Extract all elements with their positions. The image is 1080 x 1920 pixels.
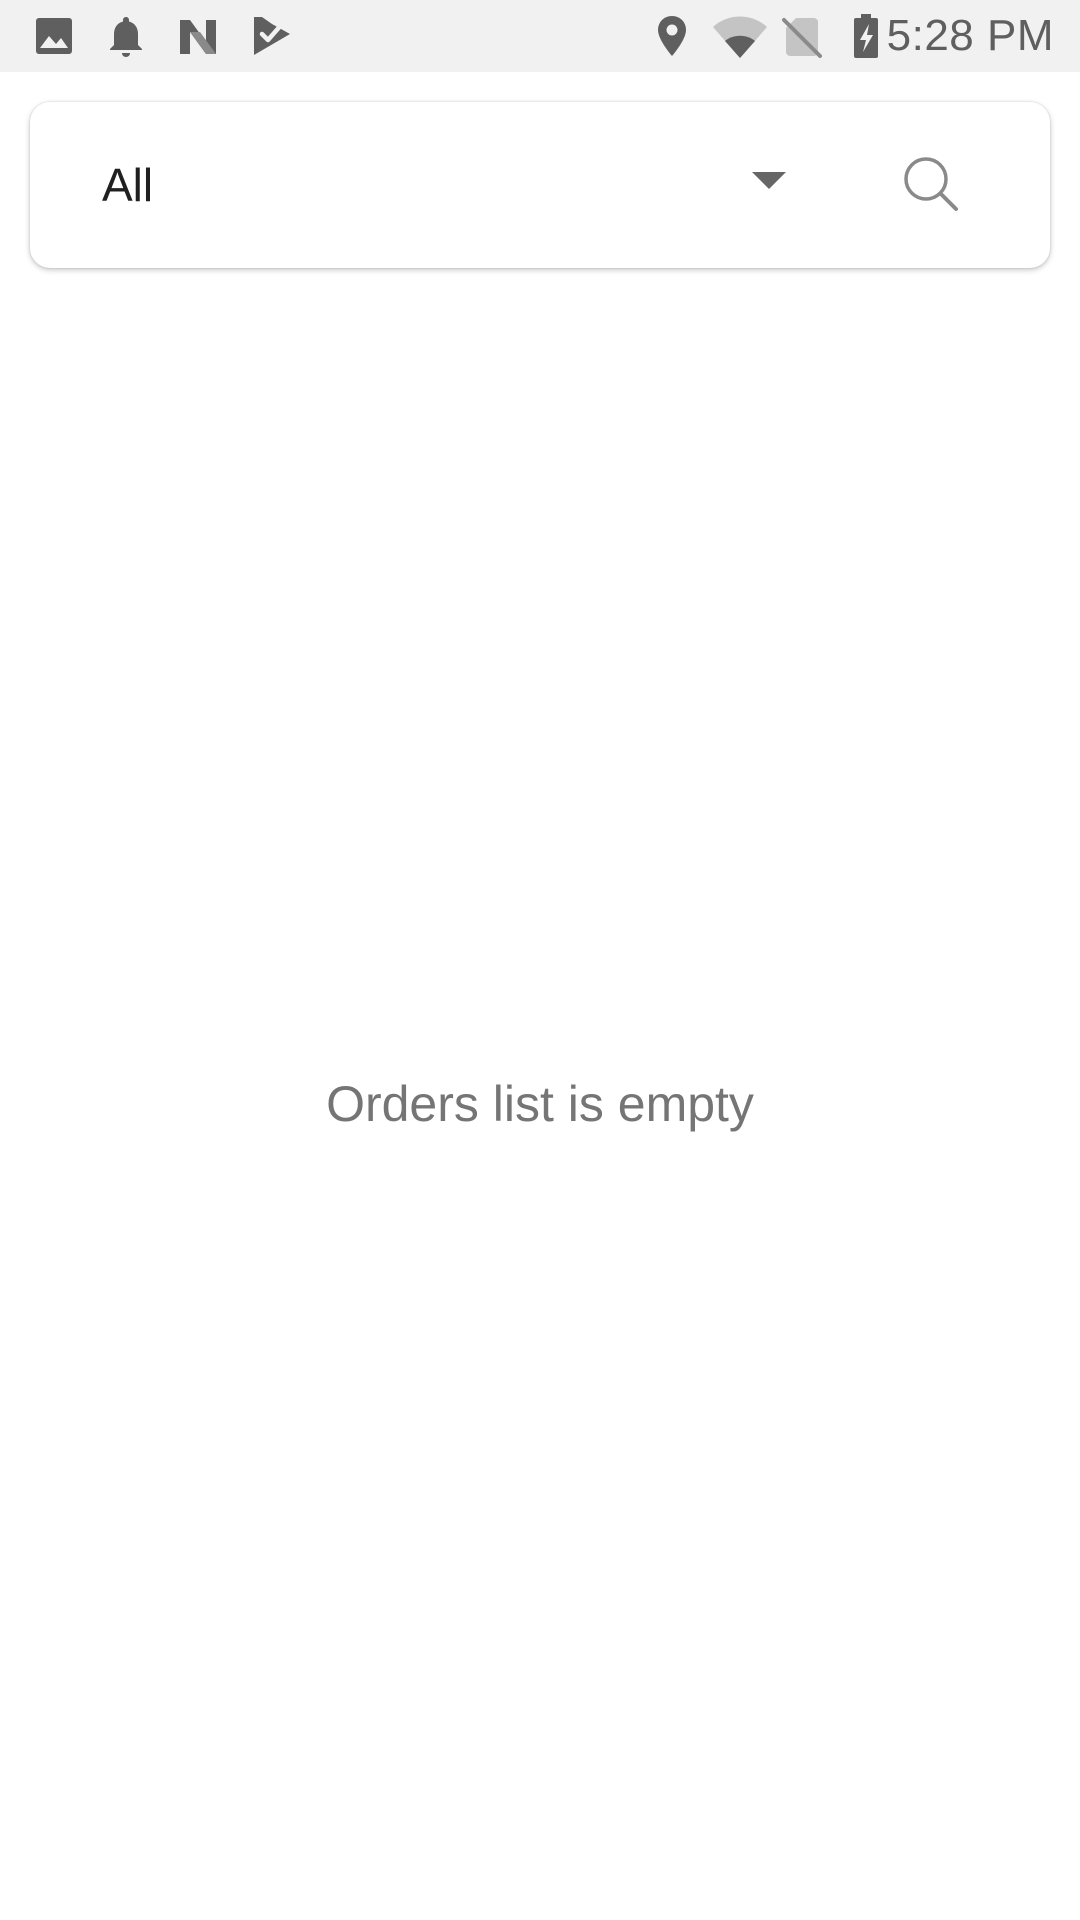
location-pin-icon: [648, 12, 696, 60]
status-time: 5:28 PM: [886, 11, 1054, 60]
bell-icon: [102, 12, 150, 60]
search-icon: [904, 157, 958, 211]
wifi-icon: [712, 12, 768, 60]
order-filter-dropdown[interactable]: All: [30, 102, 850, 268]
search-button[interactable]: [892, 145, 972, 225]
battery-charging-icon: [842, 12, 890, 60]
n-logo-icon: [174, 12, 222, 60]
status-bar: 5:28 PM: [0, 0, 1080, 72]
chevron-down-icon: [752, 172, 786, 189]
image-icon: [30, 12, 78, 60]
filter-bar: All: [30, 102, 1050, 268]
filter-selected-value: All: [102, 159, 154, 211]
no-sim-icon: [778, 12, 826, 60]
task-check-icon: [248, 12, 296, 60]
empty-orders-message: Orders list is empty: [326, 1076, 754, 1132]
